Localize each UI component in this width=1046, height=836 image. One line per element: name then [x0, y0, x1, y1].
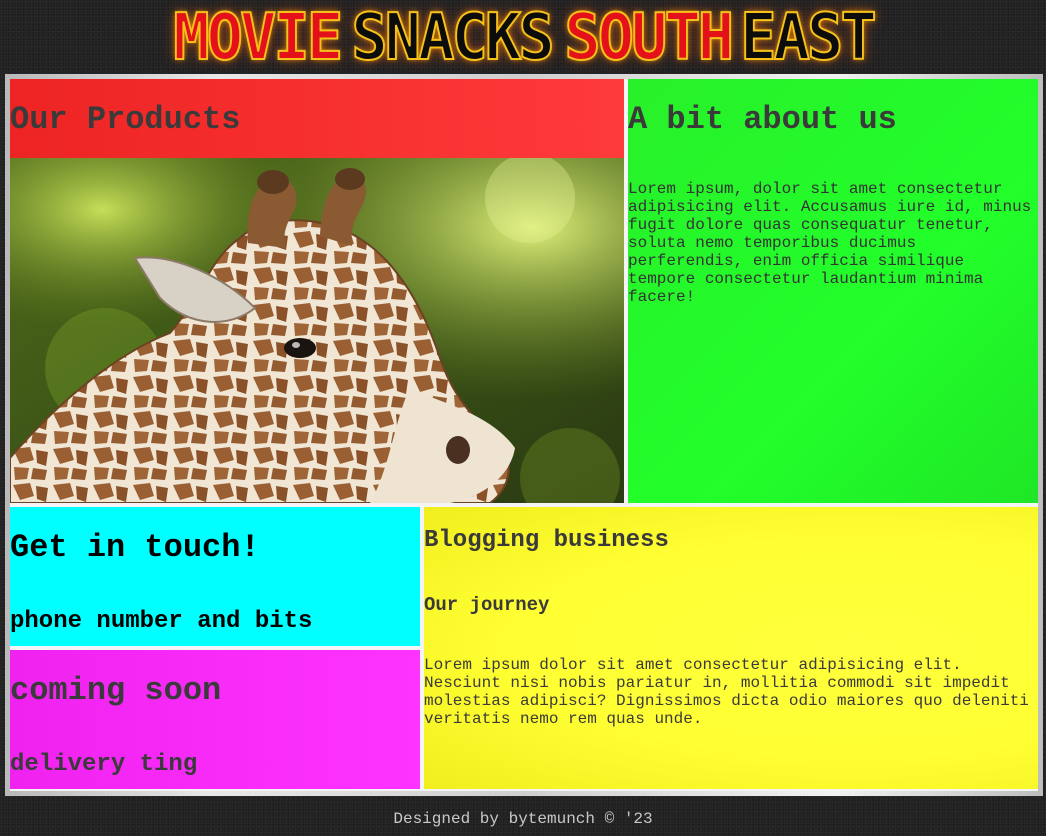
blog-title: Blogging business — [424, 527, 669, 554]
site-logo[interactable]: MOVIE SNACKS SOUTH EAST — [0, 1, 1046, 75]
contact-subtitle: phone number and bits — [10, 608, 313, 635]
about-body: Lorem ipsum, dolor sit amet consectetur … — [628, 180, 1032, 306]
content-frame: Our Products A bit about us Lorem ipsum,… — [5, 74, 1043, 796]
about-title: A bit about us — [628, 101, 897, 138]
contact-title: Get in touch! — [10, 529, 260, 566]
products-title: Our Products — [10, 101, 241, 138]
blog-subtitle: Our journey — [424, 594, 550, 616]
giraffe-photo — [10, 158, 624, 503]
about-section: A bit about us Lorem ipsum, dolor sit am… — [628, 79, 1038, 503]
logo-word-snacks: SNACKS — [351, 1, 556, 75]
coming-soon-subtitle: delivery ting — [10, 751, 198, 778]
contact-section: Get in touch! phone number and bits — [10, 507, 420, 646]
logo-word-east: EAST — [740, 1, 878, 75]
logo-word-south: SOUTH — [563, 1, 735, 75]
content-grid: Our Products A bit about us Lorem ipsum,… — [10, 79, 1038, 791]
blog-section: Blogging business Our journey Lorem ipsu… — [424, 507, 1038, 789]
logo-word-movie: MOVIE — [172, 1, 344, 75]
products-section: Our Products — [10, 79, 624, 503]
coming-soon-title: coming soon — [10, 672, 222, 709]
products-header: Our Products — [10, 79, 624, 158]
footer-credit: Designed by bytemunch © '23 — [393, 810, 653, 828]
coming-soon-section: coming soon delivery ting — [10, 650, 420, 789]
blog-body: Lorem ipsum dolor sit amet consectetur a… — [424, 656, 1029, 728]
